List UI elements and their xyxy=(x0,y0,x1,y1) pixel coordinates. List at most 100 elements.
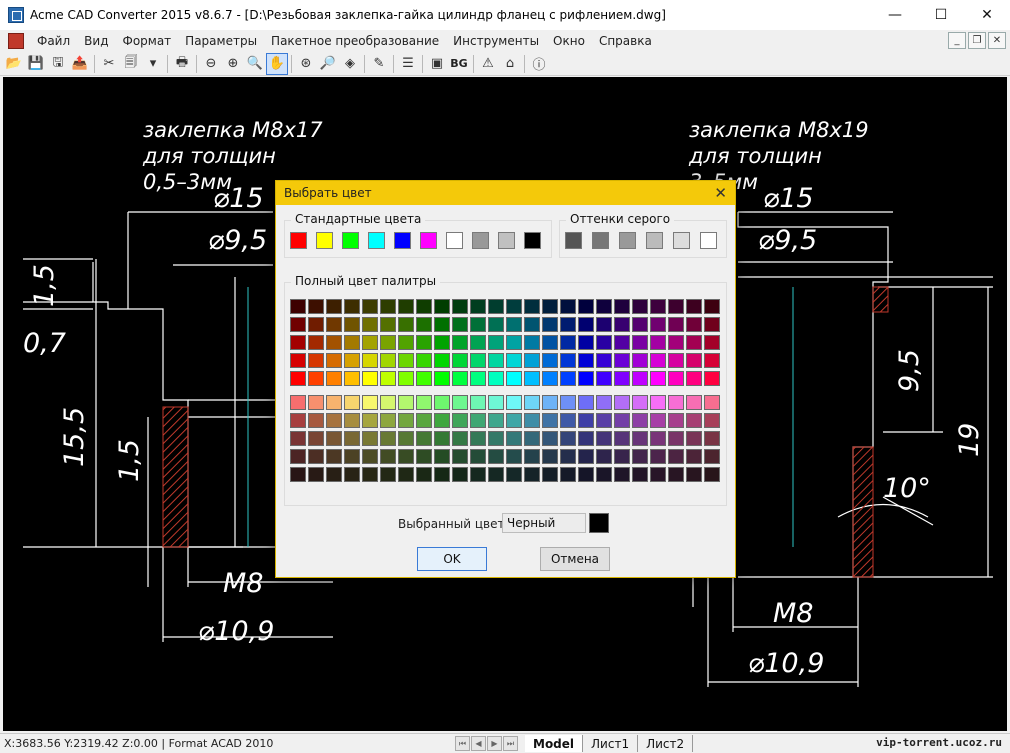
minimize-button[interactable]: — xyxy=(872,0,918,30)
palette-color-cell[interactable] xyxy=(614,413,630,428)
palette-color-cell[interactable] xyxy=(416,317,432,332)
palette-color-cell[interactable] xyxy=(434,431,450,446)
palette-color-cell[interactable] xyxy=(398,395,414,410)
palette-color-cell[interactable] xyxy=(668,449,684,464)
palette-color-cell[interactable] xyxy=(506,431,522,446)
palette-color-cell[interactable] xyxy=(650,431,666,446)
palette-color-cell[interactable] xyxy=(362,335,378,350)
palette-color-cell[interactable] xyxy=(416,413,432,428)
palette-color-cell[interactable] xyxy=(308,431,324,446)
mdi-close-button[interactable]: ✕ xyxy=(988,32,1006,49)
palette-color-cell[interactable] xyxy=(506,449,522,464)
palette-color-cell[interactable] xyxy=(488,413,504,428)
palette-color-cell[interactable] xyxy=(470,335,486,350)
palette-color-cell[interactable] xyxy=(452,467,468,482)
palette-color-cell[interactable] xyxy=(524,467,540,482)
palette-color-cell[interactable] xyxy=(578,431,594,446)
palette-color-cell[interactable] xyxy=(506,317,522,332)
palette-color-cell[interactable] xyxy=(614,335,630,350)
palette-color-cell[interactable] xyxy=(470,449,486,464)
palette-color-cell[interactable] xyxy=(650,353,666,368)
palette-color-cell[interactable] xyxy=(506,371,522,386)
palette-color-cell[interactable] xyxy=(452,335,468,350)
palette-color-cell[interactable] xyxy=(488,449,504,464)
palette-color-cell[interactable] xyxy=(488,371,504,386)
palette-color-cell[interactable] xyxy=(434,467,450,482)
palette-color-cell[interactable] xyxy=(578,317,594,332)
menu-item-2[interactable]: Формат xyxy=(115,34,178,48)
standard-color-swatch[interactable] xyxy=(472,232,489,249)
palette-color-cell[interactable] xyxy=(650,467,666,482)
gray-color-swatch[interactable] xyxy=(619,232,636,249)
palette-color-cell[interactable] xyxy=(398,413,414,428)
gray-color-swatch[interactable] xyxy=(700,232,717,249)
palette-color-cell[interactable] xyxy=(344,335,360,350)
palette-color-cell[interactable] xyxy=(668,413,684,428)
palette-color-cell[interactable] xyxy=(344,431,360,446)
standard-color-swatch[interactable] xyxy=(290,232,307,249)
palette-color-cell[interactable] xyxy=(578,371,594,386)
palette-color-cell[interactable] xyxy=(524,413,540,428)
palette-color-cell[interactable] xyxy=(578,353,594,368)
palette-color-cell[interactable] xyxy=(704,335,720,350)
layout-tab-2[interactable]: Лист2 xyxy=(638,735,694,752)
palette-color-cell[interactable] xyxy=(452,353,468,368)
palette-color-cell[interactable] xyxy=(434,299,450,314)
home-icon[interactable]: ⌂ xyxy=(499,53,521,75)
standard-color-swatch[interactable] xyxy=(368,232,385,249)
gray-color-swatch[interactable] xyxy=(592,232,609,249)
palette-color-cell[interactable] xyxy=(542,431,558,446)
palette-color-cell[interactable] xyxy=(578,449,594,464)
mdi-minimize-button[interactable]: _ xyxy=(948,32,966,49)
palette-color-cell[interactable] xyxy=(560,395,576,410)
palette-color-cell[interactable] xyxy=(650,335,666,350)
palette-color-cell[interactable] xyxy=(326,449,342,464)
gray-color-swatch[interactable] xyxy=(646,232,663,249)
palette-color-cell[interactable] xyxy=(434,413,450,428)
palette-color-cell[interactable] xyxy=(650,395,666,410)
palette-color-cell[interactable] xyxy=(596,317,612,332)
palette-color-cell[interactable] xyxy=(614,317,630,332)
palette-color-cell[interactable] xyxy=(344,353,360,368)
palette-color-cell[interactable] xyxy=(362,395,378,410)
palette-color-cell[interactable] xyxy=(380,449,396,464)
palette-color-cell[interactable] xyxy=(704,431,720,446)
palette-color-cell[interactable] xyxy=(308,317,324,332)
palette-color-cell[interactable] xyxy=(704,371,720,386)
palette-color-cell[interactable] xyxy=(380,317,396,332)
layout-tab-0[interactable]: Model xyxy=(525,735,584,752)
palette-color-cell[interactable] xyxy=(398,299,414,314)
palette-color-cell[interactable] xyxy=(614,395,630,410)
palette-color-cell[interactable] xyxy=(344,299,360,314)
palette-color-cell[interactable] xyxy=(560,431,576,446)
palette-color-cell[interactable] xyxy=(578,395,594,410)
next-layout-icon[interactable]: ▶ xyxy=(487,736,502,751)
dialog-title-bar[interactable]: Выбрать цвет ✕ xyxy=(276,181,735,205)
export-icon[interactable]: 📤 xyxy=(69,53,91,75)
palette-color-cell[interactable] xyxy=(470,371,486,386)
palette-color-cell[interactable] xyxy=(308,395,324,410)
palette-color-cell[interactable] xyxy=(416,395,432,410)
warning-icon[interactable]: ⚠ xyxy=(477,53,499,75)
palette-color-cell[interactable] xyxy=(668,299,684,314)
palette-color-cell[interactable] xyxy=(326,353,342,368)
palette-color-cell[interactable] xyxy=(632,431,648,446)
palette-color-cell[interactable] xyxy=(650,371,666,386)
title-bar[interactable]: Acme CAD Converter 2015 v8.6.7 - [D:\Рез… xyxy=(0,0,1010,30)
palette-color-cell[interactable] xyxy=(668,317,684,332)
palette-color-cell[interactable] xyxy=(686,335,702,350)
palette-color-cell[interactable] xyxy=(290,353,306,368)
document-icon[interactable] xyxy=(8,33,24,49)
palette-color-cell[interactable] xyxy=(290,413,306,428)
palette-color-cell[interactable] xyxy=(398,317,414,332)
palette-color-cell[interactable] xyxy=(632,413,648,428)
palette-color-cell[interactable] xyxy=(614,467,630,482)
palette-color-cell[interactable] xyxy=(416,371,432,386)
palette-color-cell[interactable] xyxy=(326,395,342,410)
palette-color-cell[interactable] xyxy=(488,353,504,368)
palette-color-cell[interactable] xyxy=(326,413,342,428)
palette-color-cell[interactable] xyxy=(614,299,630,314)
palette-color-cell[interactable] xyxy=(434,317,450,332)
background-text[interactable]: BG xyxy=(448,53,470,75)
palette-color-cell[interactable] xyxy=(560,299,576,314)
